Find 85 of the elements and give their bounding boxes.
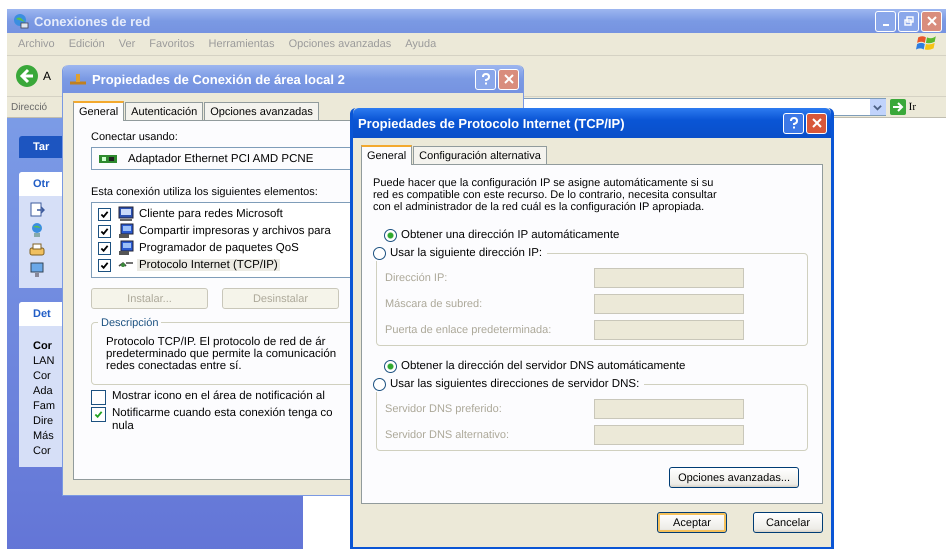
back-button[interactable]: A [15, 64, 52, 88]
field-label: Máscara de subred: [385, 298, 484, 310]
monitor-icon [118, 206, 134, 222]
field-label: Dirección IP: [385, 272, 448, 284]
ip-address-field[interactable] [594, 424, 744, 444]
detail-text: Ada [33, 385, 53, 397]
field-label: Servidor DNS preferido: [385, 402, 503, 414]
tab[interactable]: General [361, 145, 412, 165]
checkbox[interactable] [98, 224, 111, 238]
restore-icon [904, 16, 914, 26]
detail-text: Cor [33, 445, 51, 457]
tab[interactable]: General [73, 101, 124, 121]
close-button[interactable] [806, 112, 827, 134]
go-button[interactable]: Ir [890, 99, 916, 115]
document-icon [29, 202, 45, 218]
detail-text: LAN [33, 355, 54, 367]
dialog-button[interactable]: Aceptar [657, 512, 727, 533]
checkbox[interactable] [91, 390, 106, 405]
checkbox[interactable] [91, 407, 106, 422]
radio-button[interactable] [384, 228, 397, 242]
arrow-icon [890, 99, 906, 115]
close-icon [926, 16, 936, 26]
list-item[interactable]: Programador de paquetes QoS [137, 242, 301, 254]
advanced-options-button[interactable]: Opciones avanzadas... [669, 467, 799, 488]
dialog-title: Propiedades de Conexión de área local 2 [92, 72, 346, 86]
detail-text: Dire [33, 415, 54, 427]
close-button[interactable] [498, 68, 519, 90]
group-label: Descripción [98, 317, 162, 329]
checkbox-label: Mostrar icono en el área de notificación al [112, 390, 325, 403]
dialog-title: Propiedades de Protocolo Internet (TCP/IP) [358, 116, 626, 130]
radio-button[interactable] [373, 378, 386, 390]
network-card-icon [98, 152, 118, 164]
ip-address-field[interactable] [594, 268, 744, 288]
network-connection-icon [69, 72, 87, 86]
tab[interactable]: Opciones avanzadas [204, 102, 319, 120]
dialog-button[interactable]: Cancelar [753, 512, 823, 533]
checkbox[interactable] [98, 242, 111, 254]
tab[interactable]: Autenticación [125, 102, 204, 120]
window-title: Conexiones de red [34, 14, 152, 28]
close-icon [504, 74, 514, 84]
list-item[interactable]: Cliente para redes Microsoft [137, 208, 285, 220]
description-text: Protocolo TCP/IP. El protocolo de red de ár [106, 336, 326, 348]
ip-address-field[interactable] [594, 320, 744, 340]
radio-label: Obtener una dirección IP automáticamente [401, 229, 620, 241]
field-label: Conectar usando: [91, 131, 178, 143]
checkmark-icon [94, 410, 103, 419]
detail-text: Fam [33, 400, 55, 412]
detail-text: Cor [33, 340, 52, 352]
help-button[interactable] [783, 112, 804, 134]
intro-text: Puede hacer que la configuración IP se asigne automáticamente si su red es compatible con este recurso. De lo contrario, necesita consultar con el administrador de la red cuál es la configuración IP apropiada. [373, 177, 718, 213]
caret-icon [873, 102, 882, 112]
radio-button[interactable] [384, 360, 397, 372]
help-icon [480, 73, 490, 85]
checkbox-label: nula [112, 420, 135, 433]
list-item[interactable]: Protocolo Internet (TCP/IP) [137, 259, 280, 271]
help-icon [788, 117, 798, 129]
detail-text: Cor [33, 370, 51, 382]
tab[interactable]: Configuración alternativa [413, 146, 547, 164]
radio-label: Usar las siguientes direcciones de servidor DNS: [390, 378, 640, 390]
description-text: predeterminado que permite la comunicación [106, 348, 336, 360]
description-text: redes conectadas entre sí. [106, 360, 242, 372]
network-globe-icon [13, 13, 29, 29]
minimize-icon [882, 24, 888, 26]
close-button[interactable] [921, 10, 942, 32]
checkbox[interactable] [98, 258, 111, 272]
ip-address-field[interactable] [594, 398, 744, 418]
field-label: Esta conexión utiliza los siguientes elementos: [91, 186, 318, 198]
field-label: Puerta de enlace predeterminada: [385, 324, 552, 336]
radio-label: Obtener la dirección del servidor DNS automáticamente [401, 360, 686, 372]
radio-button[interactable] [373, 246, 386, 260]
checkbox-label: Notificarme cuando esta conexión tenga co [112, 407, 333, 420]
computer-icon [118, 223, 134, 239]
dropdown-button[interactable] [870, 99, 886, 115]
computer-icon [118, 240, 134, 256]
list-item[interactable]: Compartir impresoras y archivos para [137, 225, 333, 237]
radio-label: Usar la siguiente dirección IP: [390, 247, 542, 259]
ip-address-field[interactable] [594, 294, 744, 314]
field-label: Servidor DNS alternativo: [385, 428, 510, 440]
detail-text: Más [33, 430, 54, 442]
network-icon [29, 222, 45, 238]
checkbox[interactable] [98, 208, 111, 220]
address-label: Direcció [11, 102, 48, 112]
close-icon [812, 118, 822, 128]
monitor-icon [29, 262, 45, 278]
printer-icon [29, 242, 45, 258]
